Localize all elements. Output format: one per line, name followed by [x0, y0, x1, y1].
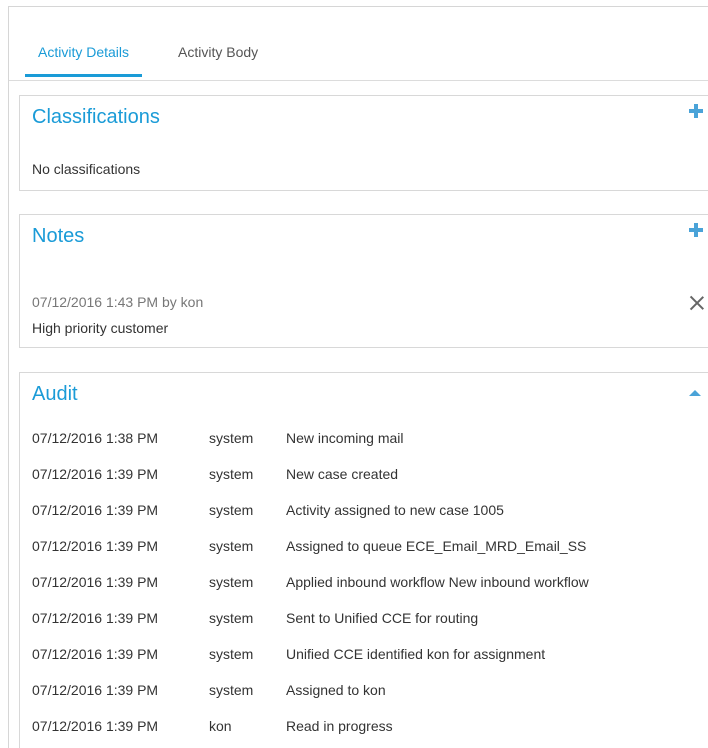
audit-event: Applied inbound workflow New inbound wor… [286, 574, 589, 590]
no-classifications-text: No classifications [32, 161, 141, 177]
audit-event: Sent to Unified CCE for routing [286, 610, 479, 626]
audit-time: 07/12/2016 1:39 PM [32, 574, 159, 590]
audit-time: 07/12/2016 1:39 PM [32, 502, 159, 518]
audit-row: 07/12/2016 1:39 PM kon Read in progress [32, 718, 708, 748]
audit-event: Unified CCE identified kon for assignmen… [286, 646, 546, 662]
notes-title: Notes [32, 225, 85, 247]
audit-user: system [209, 538, 254, 554]
audit-title: Audit [32, 383, 78, 405]
note-text: High priority customer [32, 320, 169, 336]
audit-user: system [209, 466, 254, 482]
notes-panel: Notes 07/12/2016 1:43 PM by kon High pri… [19, 214, 708, 348]
classifications-title: Classifications [32, 106, 160, 128]
audit-time: 07/12/2016 1:38 PM [32, 430, 159, 446]
audit-row: 07/12/2016 1:39 PM system Activity assig… [32, 502, 708, 538]
audit-event: Activity assigned to new case 1005 [286, 502, 504, 518]
add-classification-plus-icon[interactable] [689, 104, 703, 118]
audit-time: 07/12/2016 1:39 PM [32, 538, 159, 554]
collapse-audit-chevron-up-icon[interactable] [689, 390, 701, 396]
add-note-plus-icon[interactable] [689, 223, 703, 237]
audit-time: 07/12/2016 1:39 PM [32, 646, 159, 662]
activity-details-frame: Activity Details Activity Body Classific… [8, 6, 708, 748]
audit-time: 07/12/2016 1:39 PM [32, 682, 159, 698]
audit-user: system [209, 682, 254, 698]
audit-user: system [209, 646, 254, 662]
audit-row: 07/12/2016 1:39 PM system Assigned to qu… [32, 538, 708, 574]
audit-user: system [209, 574, 254, 590]
audit-table: 07/12/2016 1:38 PM system New incoming m… [32, 430, 708, 748]
audit-event: New case created [286, 466, 399, 482]
audit-row: 07/12/2016 1:39 PM system New case creat… [32, 466, 708, 502]
audit-time: 07/12/2016 1:39 PM [32, 718, 159, 734]
audit-user: kon [209, 718, 232, 734]
audit-row: 07/12/2016 1:39 PM system Assigned to ko… [32, 682, 708, 718]
tab-bar: Activity Details Activity Body [9, 7, 708, 81]
audit-event: New incoming mail [286, 430, 404, 446]
delete-note-close-icon[interactable] [689, 295, 705, 311]
audit-panel: Audit 07/12/2016 1:38 PM system New inco… [19, 372, 708, 748]
audit-user: system [209, 430, 254, 446]
audit-time: 07/12/2016 1:39 PM [32, 610, 159, 626]
audit-time: 07/12/2016 1:39 PM [32, 466, 159, 482]
tab-activity-body[interactable]: Activity Body [178, 44, 258, 74]
audit-row: 07/12/2016 1:39 PM system Sent to Unifie… [32, 610, 708, 646]
tab-activity-details[interactable]: Activity Details [25, 44, 143, 77]
note-meta: 07/12/2016 1:43 PM by kon [32, 294, 204, 310]
audit-row: 07/12/2016 1:39 PM system Applied inboun… [32, 574, 708, 610]
classifications-panel: Classifications No classifications [19, 95, 708, 191]
audit-event: Read in progress [286, 718, 393, 734]
audit-user: system [209, 610, 254, 626]
audit-row: 07/12/2016 1:39 PM system Unified CCE id… [32, 646, 708, 682]
audit-row: 07/12/2016 1:38 PM system New incoming m… [32, 430, 708, 466]
audit-event: Assigned to kon [286, 682, 386, 698]
audit-event: Assigned to queue ECE_Email_MRD_Email_SS [286, 538, 587, 554]
audit-user: system [209, 502, 254, 518]
